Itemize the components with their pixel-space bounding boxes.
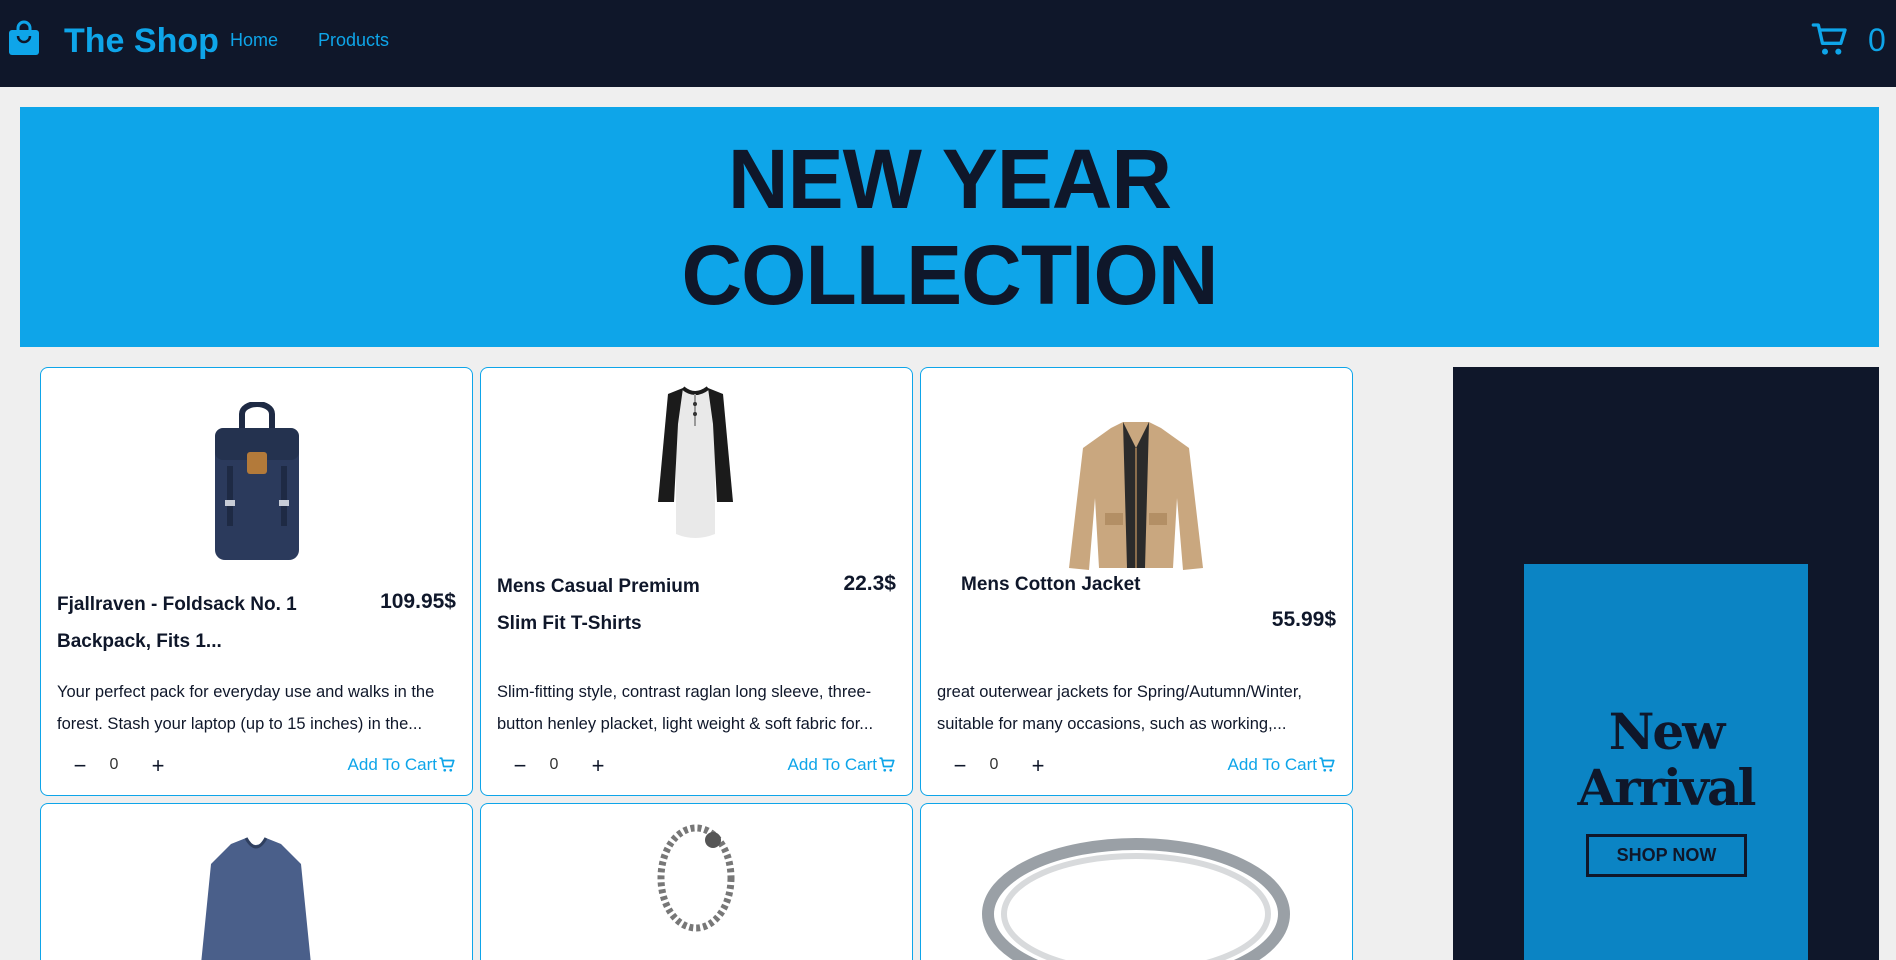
chain-bracelet-image — [657, 824, 735, 932]
product-card[interactable]: Fjallraven - Foldsack No. 1 Backpack, Fi… — [40, 367, 473, 796]
brand-name[interactable]: The Shop — [64, 22, 219, 61]
quantity-value: 0 — [989, 756, 999, 773]
decrease-quantity-button[interactable]: − — [505, 752, 535, 782]
ad-panel: New Arrival SHOP NOW — [1524, 564, 1808, 960]
cart-count: 0 — [1868, 22, 1886, 58]
product-card[interactable] — [480, 803, 913, 960]
product-description: Slim-fitting style, contrast raglan long… — [497, 683, 874, 733]
cart-icon — [879, 757, 895, 772]
increase-quantity-button[interactable]: + — [1023, 752, 1053, 782]
product-price: 22.3$ — [843, 572, 896, 595]
product-card[interactable] — [920, 803, 1353, 960]
product-price: 55.99$ — [1271, 608, 1336, 631]
ad-title: New Arrival — [1577, 702, 1757, 817]
product-title[interactable]: Fjallraven - Foldsack No. 1 Backpack, Fi… — [57, 586, 302, 660]
nav-link-home[interactable]: Home — [230, 30, 278, 51]
add-to-cart-button[interactable]: Add To Cart — [348, 755, 456, 775]
product-price: 109.95$ — [380, 590, 456, 613]
product-description: great outerwear jackets for Spring/Autum… — [937, 683, 1302, 733]
increase-quantity-button[interactable]: + — [583, 752, 613, 782]
shop-now-button[interactable]: SHOP NOW — [1586, 834, 1747, 877]
quantity-value: 0 — [109, 756, 119, 773]
add-to-cart-button[interactable]: Add To Cart — [1228, 755, 1336, 775]
long-sleeve-shirt-image — [201, 837, 311, 960]
cotton-jacket-image — [1069, 422, 1203, 570]
product-title[interactable]: Mens Cotton Jacket — [961, 566, 1206, 603]
side-advertisement[interactable]: New Arrival SHOP NOW — [1453, 367, 1879, 960]
top-navbar: The Shop Home Products 0 — [0, 0, 1896, 87]
nav-link-products[interactable]: Products — [318, 30, 389, 51]
add-to-cart-label: Add To Cart — [347, 755, 437, 774]
decrease-quantity-button[interactable]: − — [945, 752, 975, 782]
product-card[interactable]: Mens Casual Premium Slim Fit T-Shirts 22… — [480, 367, 913, 796]
add-to-cart-button[interactable]: Add To Cart — [788, 755, 896, 775]
quantity-stepper: − 0 + — [495, 752, 615, 782]
product-description: Your perfect pack for everyday use and w… — [57, 683, 435, 733]
quantity-stepper: − 0 + — [55, 752, 175, 782]
product-title[interactable]: Mens Casual Premium Slim Fit T-Shirts — [497, 568, 742, 642]
product-card[interactable]: Mens Cotton Jacket 55.99$ great outerwea… — [920, 367, 1353, 796]
backpack-image — [215, 402, 299, 560]
decrease-quantity-button[interactable]: − — [65, 752, 95, 782]
hero-banner: NEW YEAR COLLECTION — [20, 107, 1879, 347]
hero-title: NEW YEAR COLLECTION — [681, 132, 1219, 322]
quantity-value: 0 — [549, 756, 559, 773]
quantity-stepper: − 0 + — [935, 752, 1055, 782]
silver-ring-image — [982, 838, 1290, 960]
cart-icon[interactable] — [1810, 20, 1850, 60]
henley-shirt-image — [658, 386, 733, 538]
shopping-bag-icon[interactable] — [8, 20, 40, 56]
cart-icon — [1319, 757, 1335, 772]
add-to-cart-label: Add To Cart — [1227, 755, 1317, 774]
increase-quantity-button[interactable]: + — [143, 752, 173, 782]
product-card[interactable] — [40, 803, 473, 960]
cart-icon — [439, 757, 455, 772]
add-to-cart-label: Add To Cart — [787, 755, 877, 774]
